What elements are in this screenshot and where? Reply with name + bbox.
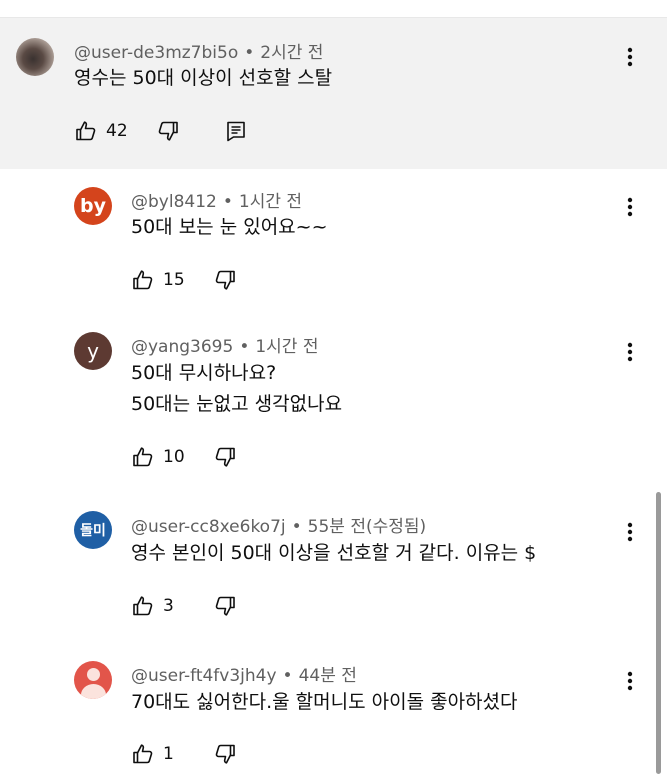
comment-actions: 10	[131, 443, 237, 471]
avatar[interactable]: y	[74, 332, 112, 370]
author-name[interactable]: @yang3695	[131, 337, 233, 357]
comment-4: @user-ft4fv3jh4y • 44분 전 70대도 싫어한다.울 할머니도 …	[0, 0, 667, 764]
author-name[interactable]: @user-ft4fv3jh4y	[131, 666, 277, 686]
comment-meta: @byl8412 • 1시간 전	[131, 187, 302, 212]
default-avatar-icon	[87, 668, 100, 681]
comment-meta: @yang3695 • 1시간 전	[131, 332, 318, 357]
comment-text: 50대 보는 눈 있어요~~	[131, 212, 328, 243]
author-name[interactable]: @byl8412	[131, 192, 217, 212]
meta-separator: •	[244, 43, 255, 63]
comment-time[interactable]: 1시간 전	[239, 192, 302, 212]
more-vert-icon	[627, 197, 633, 217]
comment-time[interactable]: 55분 전(수정됨)	[308, 517, 427, 537]
like-count: 1	[163, 744, 174, 764]
comment-time[interactable]: 1시간 전	[255, 337, 318, 357]
more-vert-icon	[627, 342, 633, 362]
comment-line: 50대 무시하나요?	[131, 362, 277, 384]
comment-meta: @user-ft4fv3jh4y • 44분 전	[131, 661, 357, 686]
author-name[interactable]: @user-cc8xe6ko7j	[131, 517, 286, 537]
comment-meta: @user-de3mz7bi5o • 2시간 전	[74, 38, 323, 63]
more-options-button[interactable]	[618, 195, 642, 219]
thumbs-up-icon[interactable]	[131, 268, 155, 292]
meta-separator: •	[291, 517, 302, 537]
comment-text: 50대 무시하나요? 50대는 눈없고 생각없나요	[131, 358, 342, 420]
like-count: 3	[163, 596, 174, 616]
reply-icon[interactable]	[224, 119, 248, 143]
author-name[interactable]: @user-de3mz7bi5o	[74, 43, 238, 63]
thumbs-up-icon[interactable]	[74, 119, 98, 143]
comment-time[interactable]: 2시간 전	[260, 43, 323, 63]
comment-time[interactable]: 44분 전	[299, 666, 357, 686]
like-count: 10	[163, 447, 185, 467]
comment-meta: @user-cc8xe6ko7j • 55분 전(수정됨)	[131, 512, 426, 537]
thumbs-down-icon[interactable]	[213, 445, 237, 469]
thumbs-up-icon[interactable]	[131, 445, 155, 469]
more-vert-icon	[627, 47, 633, 67]
comment-text: 영수 본인이 50대 이상을 선호할 거 같다. 이유는 $	[131, 538, 536, 569]
more-vert-icon	[627, 671, 633, 691]
comment-line: 50대 보는 눈 있어요~~	[131, 216, 328, 238]
thumbs-down-icon[interactable]	[213, 742, 237, 766]
thumbs-down-icon[interactable]	[213, 268, 237, 292]
meta-separator: •	[222, 192, 233, 212]
avatar[interactable]	[74, 661, 112, 699]
comment-actions: 15	[131, 266, 237, 294]
thumbs-down-icon[interactable]	[156, 119, 180, 143]
avatar[interactable]: by	[74, 187, 112, 225]
scrollbar[interactable]	[656, 492, 661, 774]
comment-line: 영수 본인이 50대 이상을 선호할 거 같다. 이유는 $	[131, 542, 537, 564]
more-vert-icon	[627, 522, 633, 542]
avatar-initials: 돌미	[80, 523, 106, 539]
comment-actions: 3	[131, 592, 237, 620]
meta-separator: •	[282, 666, 293, 686]
more-options-button[interactable]	[618, 669, 642, 693]
thumbs-down-icon[interactable]	[213, 594, 237, 618]
like-count: 15	[163, 270, 185, 290]
comment-text: 영수는 50대 이상이 선호할 스탈	[74, 63, 332, 94]
comment-actions: 1	[131, 740, 237, 768]
avatar[interactable]: 돌미	[74, 511, 112, 549]
avatar[interactable]	[16, 38, 54, 76]
more-options-button[interactable]	[618, 45, 642, 69]
avatar-initials: y	[87, 339, 99, 363]
meta-separator: •	[239, 337, 250, 357]
comment-line: 70대도 싫어한다.울 할머니도 아이돌 좋아하셨다	[131, 691, 518, 713]
more-options-button[interactable]	[618, 520, 642, 544]
thumbs-up-icon[interactable]	[131, 594, 155, 618]
comment-text: 70대도 싫어한다.울 할머니도 아이돌 좋아하셨다	[131, 687, 518, 718]
more-options-button[interactable]	[618, 340, 642, 364]
comment-actions: 42	[74, 117, 248, 145]
avatar-initials: by	[80, 195, 106, 217]
like-count: 42	[106, 121, 128, 141]
thumbs-up-icon[interactable]	[131, 742, 155, 766]
comment-line: 영수는 50대 이상이 선호할 스탈	[74, 67, 333, 89]
comment-line: 50대는 눈없고 생각없나요	[131, 393, 343, 415]
